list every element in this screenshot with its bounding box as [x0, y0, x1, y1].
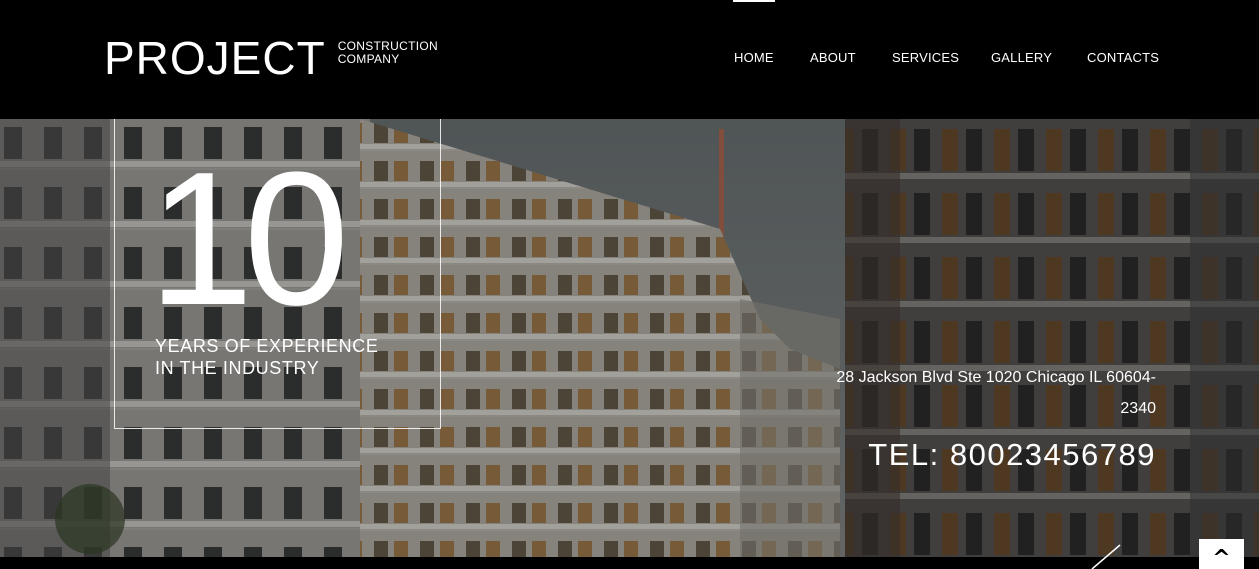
company-phone[interactable]: TEL: 80023456789: [760, 437, 1156, 473]
experience-caption: YEARS OF EXPERIENCE IN THE INDUSTRY: [155, 335, 378, 379]
logo[interactable]: PROJECT CONSTRUCTION COMPANY: [104, 34, 438, 82]
decorative-diagonal-line: [1091, 544, 1121, 569]
experience-years: 10: [148, 133, 349, 345]
logo-tagline: CONSTRUCTION COMPANY: [338, 40, 438, 66]
experience-caption-line1: YEARS OF EXPERIENCE: [155, 336, 379, 356]
footer-bar: [0, 557, 1259, 569]
logo-name: PROJECT: [104, 32, 326, 84]
chevron-up-icon: ^: [1212, 546, 1231, 569]
scroll-to-top-button[interactable]: ^: [1199, 539, 1244, 569]
site-header: PROJECT CONSTRUCTION COMPANY HOME ABOUT …: [0, 0, 1259, 119]
company-address: 28 Jackson Blvd Ste 1020 Chicago IL 6060…: [836, 369, 1156, 417]
hero-section: 10 YEARS OF EXPERIENCE IN THE INDUSTRY 2…: [0, 119, 1259, 557]
nav-item-home[interactable]: HOME: [734, 50, 774, 65]
experience-caption-line2: IN THE INDUSTRY: [155, 358, 320, 378]
nav-item-services[interactable]: SERVICES: [892, 50, 959, 65]
nav-item-gallery[interactable]: GALLERY: [991, 50, 1052, 65]
nav-item-about[interactable]: ABOUT: [810, 50, 856, 65]
nav-item-contacts[interactable]: CONTACTS: [1087, 50, 1159, 65]
logo-tagline-line2: COMPANY: [337, 52, 400, 66]
nav-active-indicator: [733, 0, 775, 2]
